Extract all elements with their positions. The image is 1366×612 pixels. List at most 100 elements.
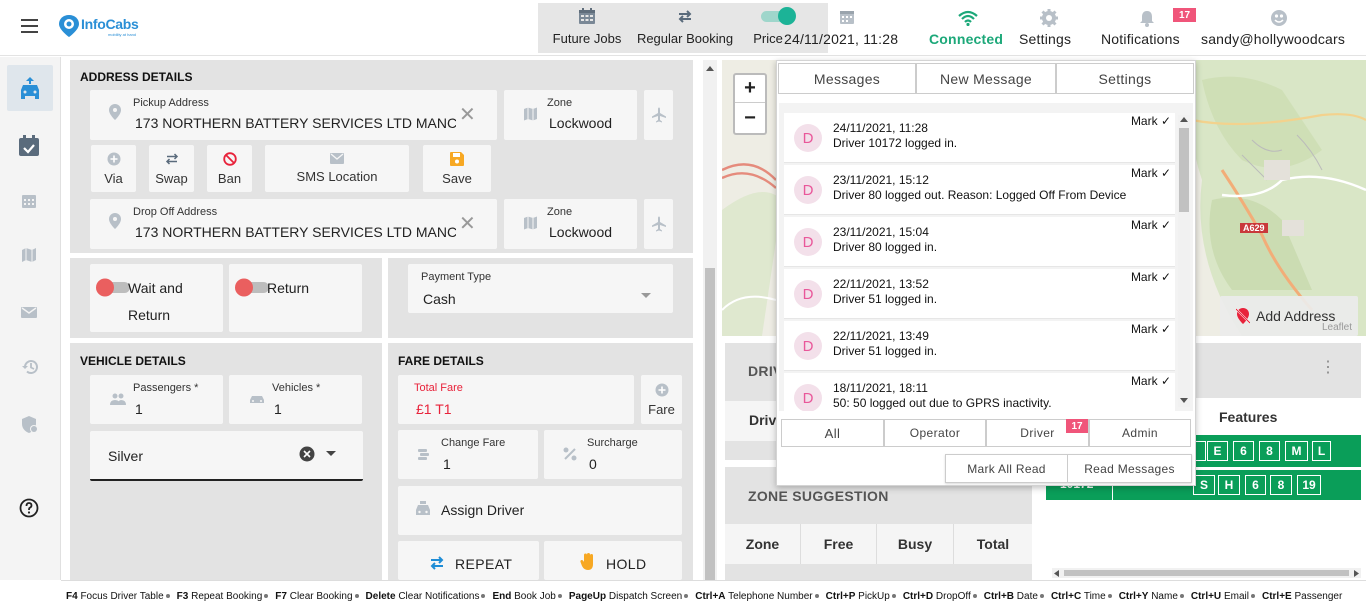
swap-label: Swap: [155, 170, 188, 186]
settings-link[interactable]: Settings: [1019, 31, 1071, 47]
passengers-value[interactable]: 1: [135, 401, 143, 417]
wait-and-return-label-line2: Return: [128, 307, 171, 323]
gear-icon[interactable]: [1040, 9, 1058, 27]
nav-regular-booking[interactable]: Regular Booking: [633, 4, 737, 52]
mark-read-button[interactable]: Mark ✓: [1131, 218, 1171, 232]
swap-button[interactable]: Swap: [149, 145, 194, 192]
connection-status: Connected: [929, 31, 1004, 47]
mark-read-button[interactable]: Mark ✓: [1131, 166, 1171, 180]
clear-dropoff-icon[interactable]: ✕: [459, 211, 476, 236]
message-item[interactable]: D 18/11/2021, 18:11 50: 50 logged out du…: [784, 373, 1175, 411]
message-item[interactable]: D 22/11/2021, 13:49 Driver 51 logged in.…: [784, 321, 1175, 371]
dropoff-address-value[interactable]: 173 NORTHERN BATTERY SERVICES LTD MANCHE…: [135, 224, 456, 240]
repeat-button[interactable]: REPEAT: [398, 541, 539, 580]
via-button[interactable]: Via: [91, 145, 136, 192]
shortcut-item: F3 Repeat Booking: [177, 591, 272, 602]
more-options-icon[interactable]: ⋮: [1320, 357, 1336, 377]
message-item[interactable]: D 23/11/2021, 15:04 Driver 80 logged in.…: [784, 217, 1175, 267]
free-column-header[interactable]: Free: [801, 524, 877, 564]
change-fare-value[interactable]: 1: [443, 456, 451, 472]
wait-and-return-toggle[interactable]: Wait and Return: [90, 264, 223, 332]
mark-read-button[interactable]: Mark ✓: [1131, 114, 1171, 128]
message-item[interactable]: D 24/11/2021, 11:28 Driver 10172 logged …: [784, 113, 1175, 163]
ban-button[interactable]: Ban: [207, 145, 252, 192]
sidebar-item-security[interactable]: [21, 415, 39, 435]
calendar-icon[interactable]: [839, 8, 855, 25]
return-toggle[interactable]: Return: [229, 264, 362, 332]
bell-icon[interactable]: [1138, 9, 1156, 27]
clear-pickup-icon[interactable]: ✕: [459, 102, 476, 127]
scroll-left-icon[interactable]: [1054, 570, 1060, 577]
vehicles-field[interactable]: Vehicles * 1: [229, 375, 362, 424]
filter-operator[interactable]: Operator: [884, 419, 986, 447]
assign-driver-button[interactable]: Assign Driver: [398, 486, 682, 535]
drivers-table-scrollbar[interactable]: [1052, 568, 1361, 578]
vehicle-type-select[interactable]: Silver: [90, 431, 363, 481]
vehicles-value[interactable]: 1: [274, 401, 282, 417]
surcharge-field[interactable]: Surcharge 0: [544, 430, 682, 479]
save-button[interactable]: Save: [423, 145, 491, 192]
sidebar-item-messages[interactable]: [21, 306, 37, 319]
zone-column-header[interactable]: Zone: [725, 524, 801, 564]
pickup-address-value[interactable]: 173 NORTHERN BATTERY SERVICES LTD MANCHE…: [135, 115, 456, 131]
busy-column-header[interactable]: Busy: [877, 524, 954, 564]
surcharge-value[interactable]: 0: [589, 456, 597, 472]
dropoff-zone-field[interactable]: Zone Lockwood: [504, 199, 637, 249]
zoom-out-button[interactable]: −: [735, 104, 765, 133]
mark-read-button[interactable]: Mark ✓: [1131, 374, 1171, 388]
message-scrollbar-thumb[interactable]: [1179, 128, 1189, 212]
message-time: 24/11/2021, 11:28: [833, 121, 928, 135]
total-column-header[interactable]: Total: [954, 524, 1032, 564]
user-avatar-icon[interactable]: [1270, 9, 1288, 27]
message-item[interactable]: D 22/11/2021, 13:52 Driver 51 logged in.…: [784, 269, 1175, 319]
map-attribution[interactable]: Leaflet: [1322, 322, 1352, 333]
hold-button[interactable]: HOLD: [544, 541, 682, 580]
sms-location-button[interactable]: SMS Location: [265, 145, 409, 192]
mark-read-button[interactable]: Mark ✓: [1131, 322, 1171, 336]
message-item[interactable]: D 23/11/2021, 15:12 Driver 80 logged out…: [784, 165, 1175, 215]
zoom-in-button[interactable]: +: [735, 75, 765, 103]
scroll-down-icon[interactable]: [1180, 398, 1188, 404]
dropoff-address-field[interactable]: Drop Off Address 173 NORTHERN BATTERY SE…: [90, 199, 497, 249]
payment-type-select[interactable]: Payment Type Cash: [408, 264, 673, 313]
pickup-zone-field[interactable]: Zone Lockwood: [504, 90, 637, 140]
scroll-right-icon[interactable]: [1353, 570, 1359, 577]
dropoff-airport-button[interactable]: [644, 199, 673, 249]
read-messages-button[interactable]: Read Messages: [1068, 455, 1191, 482]
mark-all-read-button[interactable]: Mark All Read: [946, 455, 1068, 482]
pickup-address-field[interactable]: Pickup Address 173 NORTHERN BATTERY SERV…: [90, 90, 497, 140]
form-scrollbar-thumb[interactable]: [705, 268, 715, 580]
message-list-scrollbar[interactable]: [1178, 115, 1190, 407]
change-fare-field[interactable]: Change Fare 1: [398, 430, 538, 479]
nav-future-jobs[interactable]: Future Jobs: [543, 4, 631, 52]
percent-icon: [563, 447, 577, 461]
user-account[interactable]: sandy@hollywoodcars: [1201, 31, 1345, 47]
clear-circle-icon[interactable]: [299, 446, 315, 462]
filter-all[interactable]: All: [781, 419, 884, 447]
total-fare-field[interactable]: Total Fare £1 T1: [398, 375, 634, 424]
price-toggle[interactable]: [760, 6, 800, 26]
filter-admin[interactable]: Admin: [1089, 419, 1191, 447]
fare-button[interactable]: Fare: [641, 375, 682, 424]
sidebar-item-map[interactable]: [21, 247, 37, 263]
tab-new-message[interactable]: New Message: [916, 63, 1056, 94]
form-scrollbar[interactable]: [703, 60, 717, 580]
passengers-field[interactable]: Passengers * 1: [90, 375, 223, 424]
scroll-up-icon[interactable]: [706, 66, 714, 72]
separator-dot: [891, 593, 896, 598]
hamburger-menu-icon[interactable]: [20, 18, 40, 34]
sidebar-item-help[interactable]: [19, 498, 39, 518]
sidebar-item-dispatch[interactable]: [7, 65, 53, 111]
sidebar-item-calendar[interactable]: [21, 192, 37, 209]
pickup-airport-button[interactable]: [644, 90, 673, 140]
scroll-up-icon[interactable]: [1180, 117, 1188, 123]
notifications-link[interactable]: Notifications: [1101, 31, 1180, 47]
tab-message-settings[interactable]: Settings: [1056, 63, 1194, 94]
infocabs-logo[interactable]: InfoCabs mobility at hand: [58, 14, 139, 40]
drivers-table-scrollbar-thumb[interactable]: [1064, 570, 1349, 576]
sidebar-item-history[interactable]: [21, 358, 39, 376]
tab-messages[interactable]: Messages: [778, 63, 916, 94]
sidebar-item-bookings[interactable]: [18, 135, 40, 157]
message-avatar: D: [794, 124, 822, 152]
mark-read-button[interactable]: Mark ✓: [1131, 270, 1171, 284]
